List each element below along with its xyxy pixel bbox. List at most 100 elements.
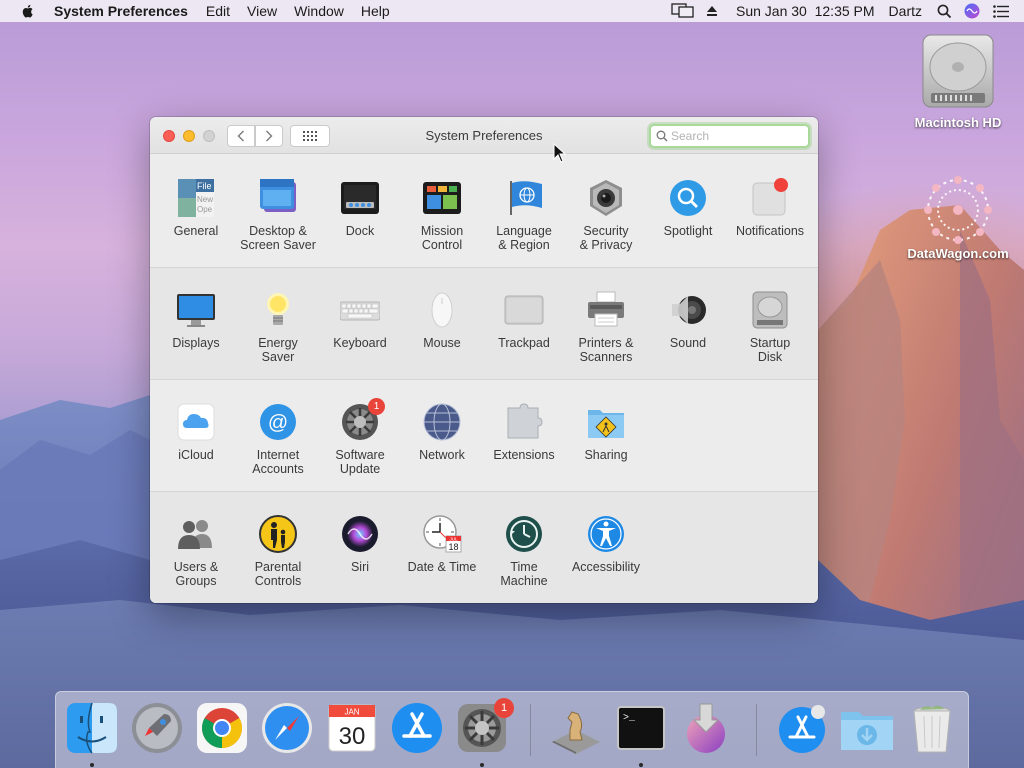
dock-system-preferences[interactable]: 1 [454,698,514,756]
pane-label: Security & Privacy [579,224,633,252]
pane-extensions[interactable]: Extensions [483,402,565,462]
pane-general[interactable]: File New Ope General [155,178,237,238]
pane-label: Sharing [584,448,628,462]
display-mirroring-icon[interactable] [670,3,696,19]
pane-label: Users & Groups [173,560,219,588]
siri-menu-icon[interactable] [964,3,980,19]
dock-chrome[interactable] [194,700,250,756]
window-titlebar[interactable]: System Preferences [150,117,818,154]
search-icon [656,130,668,142]
pane-software-update[interactable]: 1 Software Update [319,398,401,476]
pane-accessibility[interactable]: Accessibility [565,514,647,574]
pane-label: Displays [172,336,220,350]
pane-trackpad[interactable]: Trackpad [483,290,565,350]
system-preferences-window: System Preferences File NewOpe General De… [150,117,818,603]
pane-label: Software Update [335,448,385,476]
pane-label: Siri [350,560,370,574]
dock-safari[interactable] [259,700,315,756]
finder-icon [67,702,117,754]
menu-window[interactable]: Window [294,3,344,19]
dock-calendar[interactable]: JAN 30 [324,700,380,756]
chess-icon [552,711,600,754]
pane-language-region[interactable]: Language & Region [483,178,565,252]
pane-label: Language & Region [496,224,552,252]
pane-notifications[interactable]: Notifications [729,178,811,238]
menu-view[interactable]: View [247,3,277,19]
network-icon [422,402,462,442]
dock-app-store[interactable] [389,700,445,756]
spotlight-icon [668,178,708,218]
pane-icloud[interactable]: iCloud [155,402,237,462]
dock-finder[interactable] [64,700,120,756]
calendar-icon: JAN 30 [328,704,376,752]
pane-sound[interactable]: Sound [647,290,729,350]
energy-saver-icon [258,290,298,330]
date-time-calendar-day: 18 [448,542,458,552]
desktop-datawagon[interactable]: DataWagon.com [897,168,1019,261]
mouse-cursor-icon [553,143,567,163]
dock-trash[interactable] [904,700,960,756]
pane-time-machine[interactable]: Time Machine [483,514,565,588]
pane-label: Spotlight [663,224,713,238]
menubar-clock[interactable]: Sun Jan 30 12:35 PM [736,3,875,19]
dock-launchpad[interactable] [129,700,185,756]
running-indicator [90,763,94,767]
icloud-icon [176,402,216,442]
dock-chess[interactable] [548,700,604,756]
svg-text:@: @ [268,412,288,434]
pane-users-groups[interactable]: Users & Groups [155,514,237,588]
svg-text:New: New [197,195,213,204]
search-input[interactable] [671,129,801,143]
pane-dock[interactable]: Dock [319,178,401,238]
pane-siri[interactable]: Siri [319,514,401,574]
dock: JAN 30 1 >_ [55,691,969,768]
dock-terminal[interactable]: >_ [613,700,669,756]
eject-icon[interactable] [704,5,720,17]
pane-mission-control[interactable]: Mission Control [401,178,483,252]
datawagon-logo-icon [924,176,992,244]
pane-date-time[interactable]: JUL 18 Date & Time [401,514,483,574]
chrome-icon [197,703,247,753]
sound-icon [668,290,708,330]
pane-network[interactable]: Network [401,402,483,462]
dock-calendar-day: 30 [339,723,366,750]
users-groups-icon [176,514,216,554]
pane-security-privacy[interactable]: Security & Privacy [565,178,647,252]
pane-label: Internet Accounts [252,448,304,476]
apple-menu-icon[interactable] [20,3,36,19]
pane-keyboard[interactable]: Keyboard [319,290,401,350]
pane-internet-accounts[interactable]: @ Internet Accounts [237,402,319,476]
internet-accounts-icon: @ [258,402,298,442]
security-privacy-icon [586,178,626,218]
menubar-user[interactable]: Dartz [889,3,922,19]
pane-spotlight[interactable]: Spotlight [647,178,729,238]
pane-mouse[interactable]: Mouse [401,290,483,350]
displays-icon [176,290,216,330]
pane-energy-saver[interactable]: Energy Saver [237,290,319,364]
pane-printers-scanners[interactable]: Printers & Scanners [565,290,647,364]
notifications-icon [750,178,790,218]
pane-desktop-screen-saver[interactable]: Desktop & Screen Saver [237,178,319,252]
pane-sharing[interactable]: Sharing [565,402,647,462]
pane-parental-controls[interactable]: Parental Controls [237,514,319,588]
desktop-macintosh-hd[interactable]: Macintosh HD [902,33,1014,130]
pane-startup-disk[interactable]: Startup Disk [729,290,811,364]
spotlight-search-icon[interactable] [936,4,952,19]
software-update-icon: 1 [340,398,385,442]
search-field[interactable] [649,124,810,148]
menu-edit[interactable]: Edit [206,3,230,19]
menu-app-name[interactable]: System Preferences [54,3,188,19]
pane-label: Startup Disk [749,336,791,364]
pane-label: iCloud [178,448,214,462]
dock-app-store-download[interactable] [774,700,830,756]
trash-icon [913,705,951,753]
notification-center-icon[interactable] [992,4,1010,18]
desktop-screensaver-icon [258,178,298,218]
svg-text:File: File [197,181,212,191]
menu-bar: System Preferences Edit View Window Help… [0,0,1024,22]
dock-installer[interactable] [678,700,734,756]
time-machine-icon [504,514,544,554]
menu-help[interactable]: Help [361,3,390,19]
dock-downloads-folder[interactable] [839,700,895,756]
pane-displays[interactable]: Displays [155,290,237,350]
